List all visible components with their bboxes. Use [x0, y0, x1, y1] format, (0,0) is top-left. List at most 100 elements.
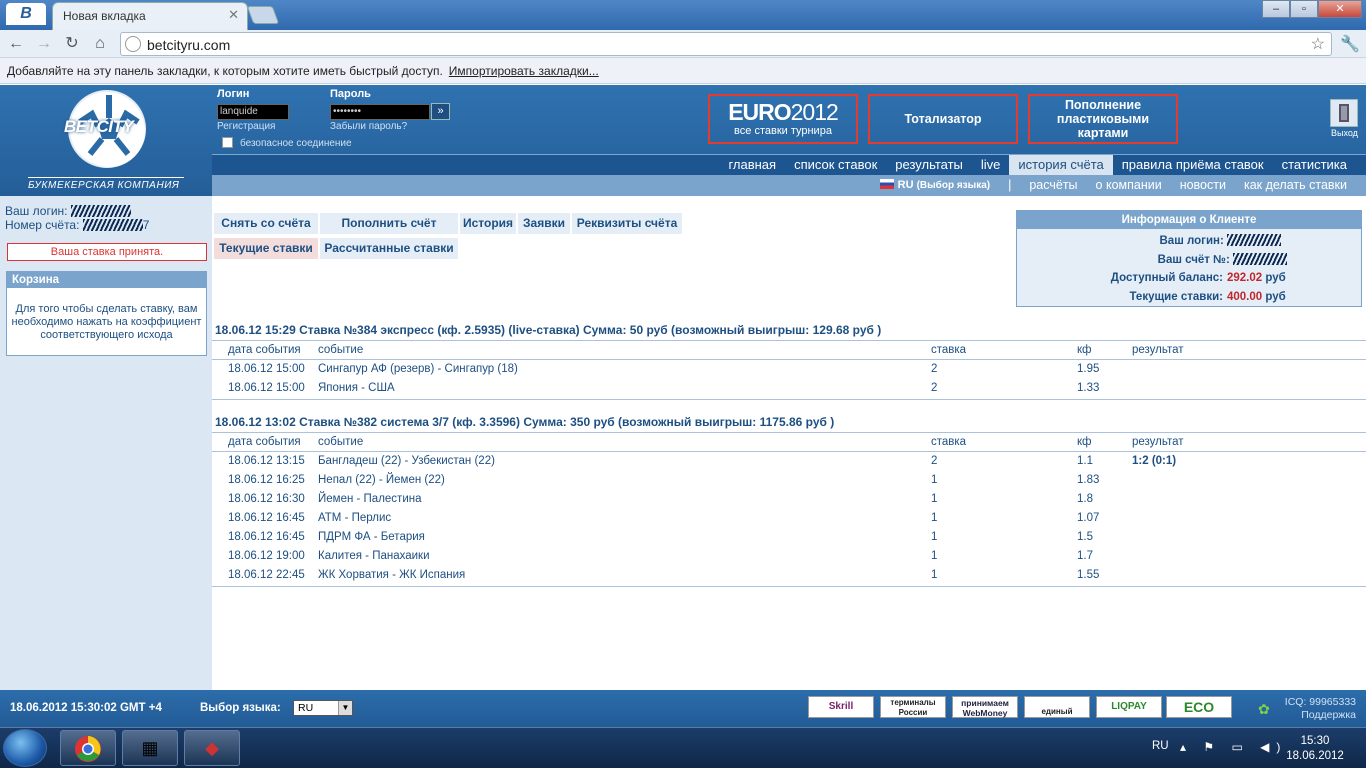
eco-logo[interactable]: ECO — [1166, 696, 1232, 718]
globe-icon — [125, 36, 141, 52]
col-odds: кф — [1077, 436, 1092, 448]
ci-login-label: Ваш логин: — [1159, 235, 1224, 247]
secure-connection-checkbox[interactable] — [222, 137, 233, 148]
deposit-tab[interactable]: Пополнить счёт — [320, 213, 458, 234]
wallet-one-logo[interactable]: единый кошелёк — [1024, 696, 1090, 746]
back-arrow-icon[interactable]: ← — [5, 34, 27, 54]
forward-arrow-icon[interactable]: → — [33, 34, 55, 54]
close-window-button[interactable]: ✕ — [1318, 0, 1362, 18]
minimize-button[interactable]: – — [1262, 0, 1290, 18]
forgot-password-link[interactable]: Забыли пароль? — [330, 121, 407, 132]
logo[interactable]: BETCITY БУКМЕКЕРСКАЯ КОМПАНИЯ — [0, 85, 212, 196]
col-stake: ставка — [931, 436, 967, 448]
login-input[interactable]: lanquide — [217, 104, 289, 120]
close-icon[interactable]: ✕ — [228, 7, 239, 23]
account-number-tail: 7 — [142, 218, 150, 232]
table-row: 18.06.12 22:45 ЖК Хорватия - ЖК Испания 1 1… — [212, 566, 1366, 585]
maximize-button[interactable]: ▫ — [1290, 0, 1318, 18]
webmoney-logo[interactable]: принимаем WebMoney — [952, 696, 1018, 718]
exit-door-icon[interactable] — [1330, 99, 1358, 127]
password-input[interactable]: •••••••• — [330, 104, 430, 120]
tray-icons[interactable]: ▴ ⚑ ▭ ◀) — [1180, 740, 1287, 754]
new-tab-button[interactable] — [246, 6, 280, 24]
icq-support[interactable]: ICQ: 99965333 Поддержка — [1280, 696, 1356, 722]
cell-date: 18.06.12 19:00 — [228, 550, 305, 562]
current-bets-tab[interactable]: Текущие ставки — [214, 238, 318, 259]
language-select[interactable]: RU ▼ — [293, 700, 353, 716]
skrill-logo[interactable]: Skrill — [808, 696, 874, 718]
site-header: BETCITY БУКМЕКЕРСКАЯ КОМПАНИЯ Логин Паро… — [0, 85, 1366, 196]
app-taskbar-icon[interactable]: ▦ — [122, 730, 178, 766]
nav-live[interactable]: live — [972, 155, 1010, 176]
table-row: 18.06.12 16:45 АТМ - Перлис 1 1.07 — [212, 509, 1366, 528]
nav-home[interactable]: главная — [719, 155, 785, 176]
url-text[interactable]: betcityru.com — [147, 37, 230, 53]
start-button[interactable] — [3, 729, 47, 767]
client-info-panel: Информация о Клиенте Ваш логин: Ваш счёт… — [1016, 210, 1362, 307]
redacted-login — [1227, 234, 1281, 246]
footer-lang-label: Выбор языка: — [200, 702, 281, 714]
language-select-value: RU — [298, 702, 314, 714]
current-bets-currency: руб — [1265, 291, 1286, 303]
nav-news[interactable]: новости — [1171, 175, 1235, 196]
history-tab[interactable]: История — [460, 213, 516, 234]
card-topup-button[interactable]: Пополнение пластиковыми картами — [1028, 94, 1178, 144]
cell-date: 18.06.12 16:25 — [228, 474, 305, 486]
cell-odds: 1.1 — [1077, 455, 1093, 467]
cell-stake: 1 — [931, 493, 938, 505]
cell-date: 18.06.12 16:45 — [228, 512, 305, 524]
bet-table: дата события событие ставка кф результат… — [212, 340, 1366, 398]
browser-tab[interactable]: Новая вкладка ✕ — [52, 2, 248, 30]
cell-result: 1:2 (0:1) — [1132, 455, 1177, 467]
bookmark-star-icon[interactable]: ☆ — [1311, 34, 1325, 54]
nav-statistics[interactable]: статистика — [1273, 155, 1356, 176]
register-link[interactable]: Регистрация — [217, 121, 275, 132]
cell-stake: 1 — [931, 550, 938, 562]
home-icon[interactable]: ⌂ — [89, 34, 111, 54]
betcity-app-icon: B — [6, 3, 46, 25]
nav-how-to-bet[interactable]: как делать ставки — [1235, 175, 1356, 196]
terminals-logo[interactable]: терминалы России — [880, 696, 946, 718]
nav-about[interactable]: о компании — [1087, 175, 1171, 196]
col-result: результат — [1132, 344, 1184, 356]
reload-icon[interactable]: ↻ — [61, 34, 83, 54]
settled-bets-tab[interactable]: Рассчитанные ставки — [320, 238, 458, 259]
nav-results[interactable]: результаты — [886, 155, 972, 176]
withdraw-tab[interactable]: Снять со счёта — [214, 213, 318, 234]
liqpay-logo[interactable]: LIQPAY — [1096, 696, 1162, 718]
bet-slip-text: Для того чтобы сделать ставку, вам необх… — [11, 303, 202, 341]
chevron-down-icon[interactable]: ▼ — [338, 701, 352, 715]
exit-label[interactable]: Выход — [1331, 128, 1358, 138]
nav-separator: | — [1008, 178, 1012, 192]
cell-event: ЖК Хорватия - ЖК Испания — [318, 569, 466, 581]
import-bookmarks-link[interactable]: Импортировать закладки... — [449, 64, 599, 78]
server-datetime: 18.06.2012 15:30:02 GMT +4 — [10, 702, 162, 714]
address-bar[interactable]: betcityru.com ☆ — [120, 32, 1332, 56]
chrome-taskbar-icon[interactable] — [60, 730, 116, 766]
nav-bet-rules[interactable]: правила приёма ставок — [1113, 155, 1273, 176]
nav-settlements[interactable]: расчёты — [1020, 175, 1086, 196]
euro2012-promo-button[interactable]: EURO2012 все ставки турнира — [708, 94, 858, 144]
account-number-line: Номер счёта: 7 — [5, 218, 149, 232]
table-row: 18.06.12 19:00 Калитея - Панахаики 1 1.7 — [212, 547, 1366, 566]
cell-stake: 1 — [931, 474, 938, 486]
language-selector[interactable]: RU (Выбор языка) — [871, 175, 999, 196]
clock-date: 18.06.2012 — [1286, 750, 1344, 762]
requests-tab[interactable]: Заявки — [518, 213, 570, 234]
cell-event: ПДРМ ФА - Бетария — [318, 531, 425, 543]
wrench-icon[interactable]: 🔧 — [1340, 34, 1360, 54]
cell-event: Непал (22) - Йемен (22) — [318, 474, 445, 486]
login-submit-button[interactable]: » — [431, 103, 450, 120]
dota-taskbar-icon[interactable]: ◆ — [184, 730, 240, 766]
col-result: результат — [1132, 436, 1184, 448]
cell-odds: 1.5 — [1077, 531, 1093, 543]
nav-account-history[interactable]: история счёта — [1009, 155, 1113, 176]
support-link[interactable]: Поддержка — [1280, 709, 1356, 722]
requisites-tab[interactable]: Реквизиты счёта — [572, 213, 682, 234]
system-clock[interactable]: 15:30 18.06.2012 — [1284, 734, 1346, 764]
bookmarks-message: Добавляйте на эту панель закладки, к кот… — [7, 64, 599, 78]
input-language[interactable]: RU — [1152, 740, 1169, 752]
balance-currency: руб — [1265, 272, 1286, 284]
totalizator-button[interactable]: Тотализатор — [868, 94, 1018, 144]
nav-bet-list[interactable]: список ставок — [785, 155, 886, 176]
